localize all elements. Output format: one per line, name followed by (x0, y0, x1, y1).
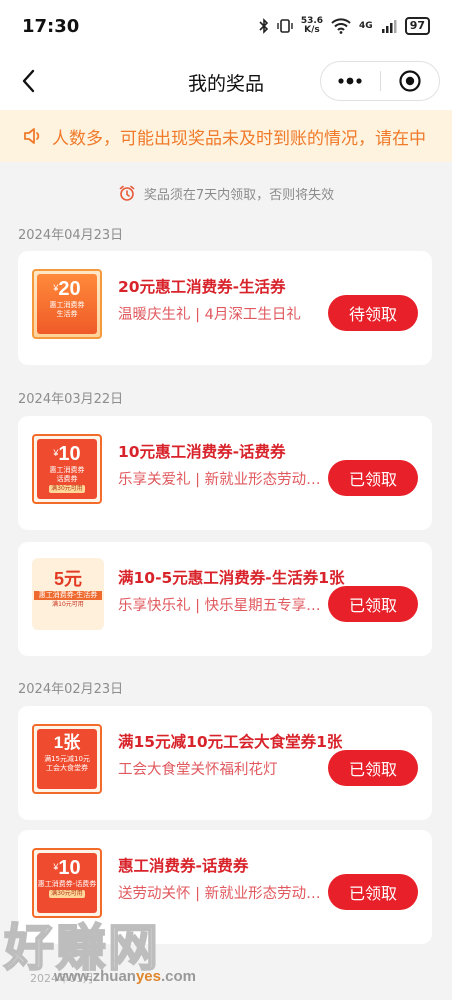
coupon-line: 话费券 (56, 475, 78, 483)
notice-text: 人数多，可能出现奖品未及时到账的情况，请在中 (52, 128, 426, 149)
claimed-button[interactable]: 已领取 (328, 586, 418, 622)
prize-subtitle: 乐享关爱礼 | 新就业形态劳动者关爱 (118, 472, 330, 488)
alarm-clock-icon (119, 185, 135, 201)
more-button[interactable] (321, 62, 380, 100)
coupon-face: ¥10 惠工消费券-话费券 满30元可用 (37, 853, 97, 913)
expiry-tip: 奖品须在7天内领取，否则将失效 (0, 182, 452, 204)
prize-title: 10元惠工消费券-话费券 (118, 443, 286, 461)
prize-card: 1张 满15元减10元 工会大食堂券 满15元减10元工会大食堂券1张 工会大食… (18, 706, 432, 820)
coupon-face: ¥20 惠工消费券 生活券 (37, 274, 97, 334)
coupon-face: 1张 满15元减10元 工会大食堂券 (37, 729, 97, 789)
prize-subtitle: 温暖庆生礼 | 4月深工生日礼 (118, 307, 301, 323)
watermark-url: www.zhuanyes.com (54, 968, 196, 985)
coupon-line: 生活券 (56, 310, 78, 318)
coupon-line: 工会大食堂券 (46, 764, 88, 772)
coupon-value: ¥10 (53, 857, 81, 879)
close-mini-program-button[interactable] (381, 62, 440, 100)
coupon-tag: 满10元可用 (52, 601, 84, 608)
notice-banner: 人数多，可能出现奖品未及时到账的情况，请在中 (0, 110, 452, 162)
record-icon (399, 70, 421, 92)
coupon-thumbnail: ¥10 惠工消费券-话费券 满30元可用 (32, 848, 102, 918)
prize-title: 满15元减10元工会大食堂券1张 (118, 733, 343, 751)
claim-button[interactable]: 待领取 (328, 295, 418, 331)
coupon-line: 惠工消费券-生活券 (34, 591, 102, 600)
status-time: 17:30 (22, 15, 80, 37)
coupon-thumbnail: ¥10 惠工消费券 话费券 满30元可用 (32, 434, 102, 504)
prize-card: ¥10 惠工消费券 话费券 满30元可用 10元惠工消费券-话费券 乐享关爱礼 … (18, 416, 432, 530)
vibrate-icon (277, 19, 293, 33)
coupon-line: 惠工消费券 (49, 301, 85, 309)
coupon-tag: 满30元可用 (49, 890, 85, 898)
prize-subtitle: 乐享快乐礼 | 快乐星期五专享福利 (118, 598, 330, 614)
tip-text: 奖品须在7天内领取，否则将失效 (143, 187, 335, 203)
coupon-tag: 满30元可用 (49, 485, 85, 493)
claimed-button[interactable]: 已领取 (328, 750, 418, 786)
coupon-value: 1张 (53, 733, 81, 752)
status-bar: 17:30 53.6 K/s 4G 97 (0, 0, 452, 52)
prize-title: 20元惠工消费券-生活券 (118, 278, 286, 296)
coupon-thumbnail: 1张 满15元减10元 工会大食堂券 (32, 724, 102, 794)
speaker-icon (24, 128, 40, 144)
network-type: 4G (359, 21, 373, 31)
coupon-line: 惠工消费券-话费券 (37, 880, 97, 888)
coupon-line: 满15元减10元 (44, 755, 90, 763)
claimed-button[interactable]: 已领取 (328, 460, 418, 496)
prize-subtitle: 工会大食堂关怀福利花灯 (118, 762, 278, 778)
wifi-icon (331, 18, 351, 34)
prize-title: 惠工消费券-话费券 (118, 857, 249, 875)
bluetooth-icon (259, 18, 268, 34)
coupon-line: 惠工消费券 (49, 466, 85, 474)
prize-subtitle: 送劳动关怀 | 新就业形态劳动者关爱 (118, 886, 330, 902)
group-date: 2024年03月22日 (18, 392, 124, 407)
group-date: 2024年02月23日 (18, 682, 124, 697)
signal-icon (381, 20, 397, 33)
prize-card: ¥20 惠工消费券 生活券 20元惠工消费券-生活券 温暖庆生礼 | 4月深工生… (18, 251, 432, 365)
watermark-faint-text: 2024年01月 (30, 972, 94, 985)
coupon-face: ¥10 惠工消费券 话费券 满30元可用 (37, 439, 97, 499)
coupon-thumbnail: 5元 惠工消费券-生活券 满10元可用 (32, 558, 104, 630)
prize-card: 5元 惠工消费券-生活券 满10元可用 满10-5元惠工消费券-生活券1张 乐享… (18, 542, 432, 656)
group-date: 2024年04月23日 (18, 228, 124, 243)
mini-program-capsule (320, 61, 440, 101)
prize-card: ¥10 惠工消费券-话费券 满30元可用 惠工消费券-话费券 送劳动关怀 | 新… (18, 830, 432, 944)
coupon-thumbnail: ¥20 惠工消费券 生活券 (32, 269, 102, 339)
nav-bar: 我的奖品 (0, 52, 452, 110)
status-icons: 53.6 K/s 4G 97 (259, 17, 430, 35)
coupon-face: 5元 惠工消费券-生活券 满10元可用 (34, 561, 102, 630)
coupon-value: ¥20 (53, 278, 81, 300)
claimed-button[interactable]: 已领取 (328, 874, 418, 910)
battery-indicator: 97 (404, 17, 430, 35)
more-dots-icon (338, 77, 362, 85)
coupon-value: 5元 (53, 569, 82, 589)
prize-title: 满10-5元惠工消费券-生活券1张 (118, 569, 345, 587)
net-speed: 53.6 K/s (300, 16, 324, 35)
coupon-value: ¥10 (53, 443, 81, 465)
